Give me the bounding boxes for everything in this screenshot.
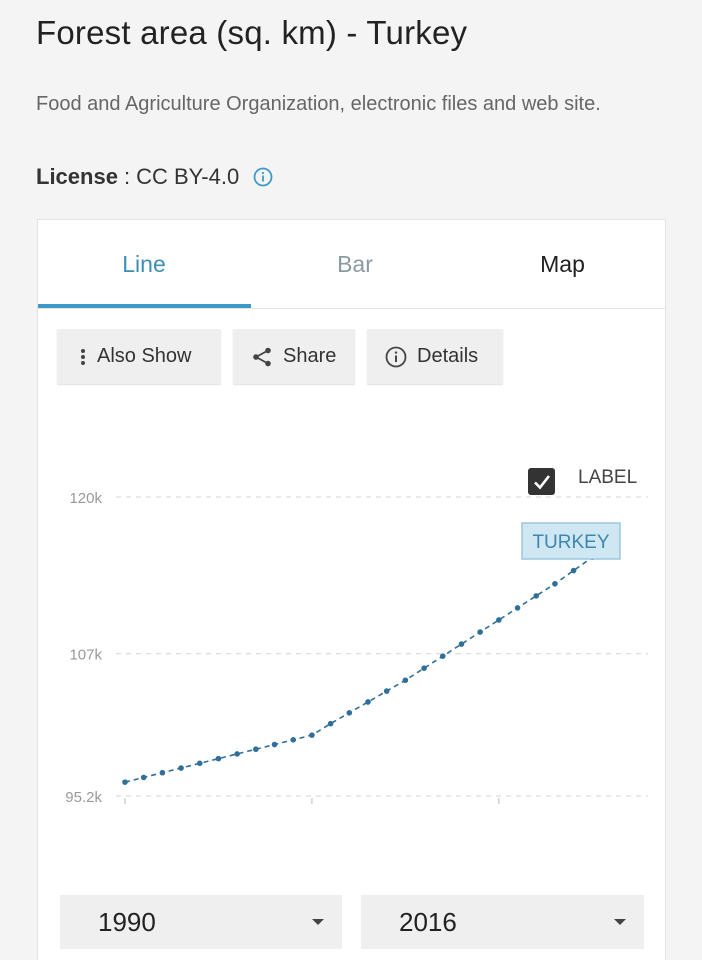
caret-down-icon — [312, 919, 324, 925]
share-label: Share — [283, 345, 337, 367]
also-show-label: Also Show — [97, 345, 192, 367]
data-point — [439, 653, 446, 659]
details-label: Details — [417, 345, 479, 367]
series-label-text: TURKEY — [532, 532, 609, 553]
active-tab-indicator — [38, 304, 251, 308]
data-point — [477, 629, 483, 635]
license-separator: : — [123, 164, 131, 189]
series-line — [124, 530, 612, 783]
also-show-button[interactable]: Also Show — [57, 329, 221, 384]
data-point — [458, 641, 465, 647]
vertical-dots-icon — [81, 348, 85, 365]
data-point — [309, 732, 315, 738]
share-icon — [253, 347, 271, 366]
data-point — [234, 751, 240, 757]
data-point — [365, 699, 371, 705]
tab-bar[interactable]: Bar — [250, 220, 460, 309]
share-button[interactable]: Share — [233, 329, 355, 384]
data-point — [271, 741, 278, 748]
license-label: License — [36, 164, 118, 189]
data-point — [215, 755, 222, 762]
line-chart: 95.2k 107k 120k TURKEY — [65, 490, 648, 806]
data-point — [514, 605, 521, 611]
data-point — [196, 760, 203, 767]
source-text: Food and Agriculture Organization, elect… — [36, 93, 601, 115]
y-tick-label: 95.2k — [65, 789, 102, 806]
y-tick-label: 107k — [69, 647, 102, 664]
data-point — [496, 617, 502, 623]
data-point — [178, 765, 184, 771]
data-point — [140, 774, 147, 781]
end-year-select[interactable]: 2016 — [361, 895, 644, 949]
start-year-select[interactable]: 1990 — [60, 895, 342, 949]
license-value: CC BY-4.0 — [136, 164, 240, 189]
chart-card: Line Bar Map Also Show Share Details LAB… — [37, 219, 666, 960]
tab-line[interactable]: Line — [38, 220, 250, 309]
data-point — [533, 593, 540, 599]
details-button[interactable]: Details — [367, 329, 503, 384]
data-point — [327, 720, 334, 727]
y-tick-label: 120k — [69, 490, 102, 507]
info-circle-icon[interactable] — [253, 167, 273, 187]
data-point — [122, 779, 128, 785]
page-title: Forest area (sq. km) - Turkey — [36, 14, 468, 51]
data-point — [552, 581, 558, 587]
data-point — [290, 737, 297, 743]
info-circle-icon — [385, 346, 407, 367]
data-point — [383, 688, 390, 694]
data-point — [421, 665, 427, 672]
data-point — [346, 710, 353, 716]
tab-map[interactable]: Map — [460, 220, 665, 309]
chart-type-tabs: Line Bar Map — [38, 220, 665, 309]
data-point — [253, 746, 259, 753]
data-point — [570, 567, 577, 574]
data-point — [402, 677, 409, 684]
start-year-value: 1990 — [98, 906, 156, 937]
end-year-value: 2016 — [399, 906, 457, 937]
license-row: License : CC BY-4.0 — [36, 164, 273, 190]
data-point — [159, 769, 166, 776]
caret-down-icon — [614, 919, 626, 925]
